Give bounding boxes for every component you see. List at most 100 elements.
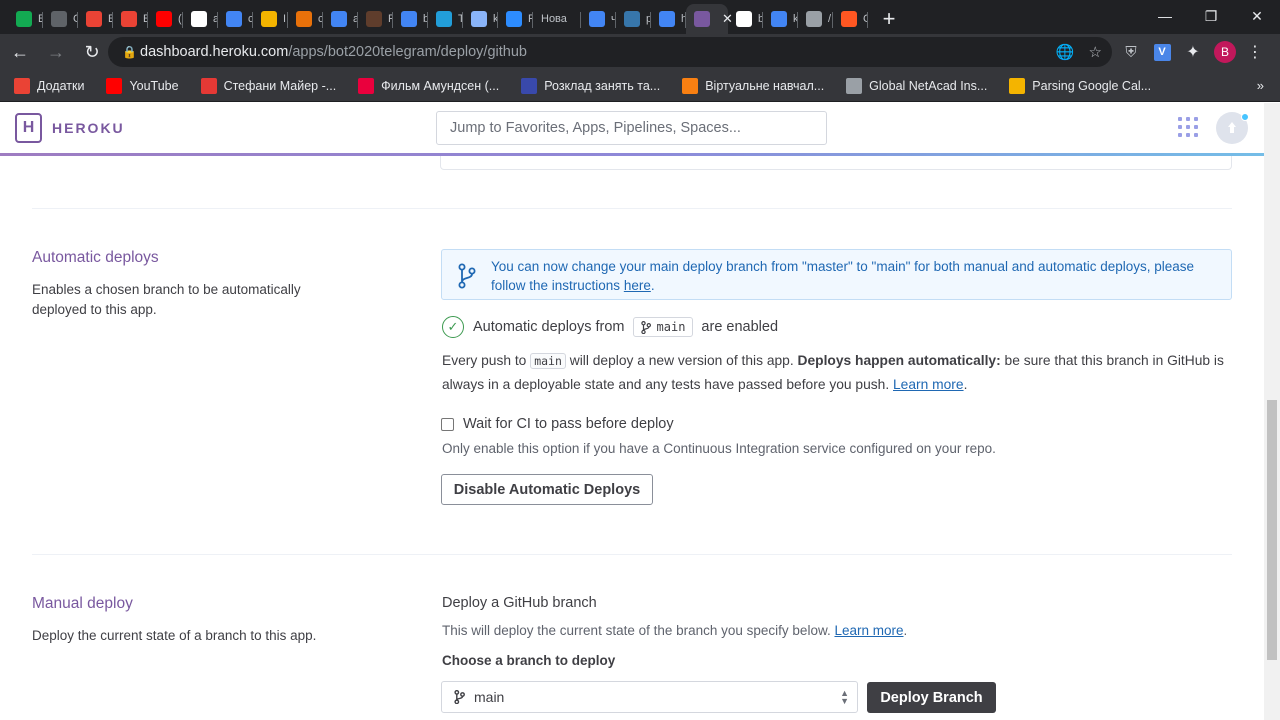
bookmark-label: Стефани Майер -... bbox=[223, 78, 337, 93]
google-icon bbox=[589, 11, 605, 27]
browser-tab[interactable]: / bbox=[798, 4, 833, 34]
new-tab-button[interactable]: + bbox=[874, 4, 904, 34]
browser-tab[interactable]: c bbox=[218, 4, 253, 34]
scrollbar-thumb[interactable] bbox=[1267, 400, 1277, 660]
manual-learn-more-link[interactable]: Learn more bbox=[834, 623, 903, 638]
browser-tab[interactable]: I bbox=[253, 4, 288, 34]
deploy-page-content: Automatic deploys Enables a chosen branc… bbox=[0, 156, 1264, 720]
bookmark-item[interactable]: Global NetAcad Ins... bbox=[846, 77, 988, 94]
shield-extension-icon[interactable]: ⛨ bbox=[1116, 37, 1146, 67]
url-path: /apps/bot2020telegram/deploy/github bbox=[288, 44, 527, 60]
wait-for-ci-option[interactable]: Wait for CI to pass before deploy bbox=[441, 416, 674, 432]
vpn-extension-icon[interactable]: V bbox=[1147, 37, 1177, 67]
browser-tab[interactable]: a bbox=[183, 4, 218, 34]
section-divider bbox=[32, 554, 1232, 555]
bookmark-item[interactable]: YouTube bbox=[106, 77, 179, 94]
google-icon bbox=[659, 11, 675, 27]
moodle-icon bbox=[682, 77, 699, 94]
bookmark-star-icon[interactable]: ☆ bbox=[1089, 43, 1102, 61]
previous-section-box bbox=[440, 156, 1232, 170]
bookmark-item[interactable]: Parsing Google Cal... bbox=[1009, 77, 1151, 94]
browser-tab[interactable]: ( bbox=[148, 4, 183, 34]
profile-button[interactable]: B bbox=[1210, 37, 1240, 67]
browser-tab[interactable]: c bbox=[288, 4, 323, 34]
page-scrollbar[interactable] bbox=[1264, 103, 1280, 720]
deploy-branch-button[interactable]: Deploy Branch bbox=[867, 682, 996, 713]
translate-icon[interactable]: 🌐 bbox=[1056, 43, 1075, 61]
back-button[interactable]: ← bbox=[4, 36, 36, 68]
status-suffix: are enabled bbox=[701, 319, 779, 335]
browser-tab[interactable]: E bbox=[113, 4, 148, 34]
lock-icon: 🔒 bbox=[122, 45, 137, 59]
close-window-button[interactable]: ✕ bbox=[1234, 0, 1280, 32]
heroku-icon bbox=[694, 11, 710, 27]
browser-tab[interactable]: ч bbox=[581, 4, 616, 34]
tab-active[interactable]: b✕ bbox=[686, 4, 733, 34]
extensions-puzzle-icon[interactable]: ✦ bbox=[1178, 37, 1208, 67]
jump-to-search-input[interactable] bbox=[436, 111, 827, 145]
push-explanation: Every push to main will deploy a new ver… bbox=[442, 353, 1224, 392]
user-avatar[interactable] bbox=[1216, 112, 1249, 144]
wait-for-ci-checkbox[interactable] bbox=[441, 417, 454, 431]
disable-automatic-deploys-button[interactable]: Disable Automatic Deploys bbox=[441, 474, 653, 505]
browser-tab[interactable]: E bbox=[78, 4, 113, 34]
bookmarks-overflow-button[interactable]: » bbox=[1257, 78, 1264, 93]
browser-tab[interactable]: E bbox=[8, 4, 43, 34]
browser-tab[interactable]: p bbox=[616, 4, 651, 34]
minimize-button[interactable]: — bbox=[1142, 0, 1188, 32]
bookmarks-bar: Додатки YouTube Стефани Майер -... Фильм Ам… bbox=[0, 70, 1280, 102]
youtube-icon bbox=[106, 77, 123, 94]
bookmark-item[interactable]: Фильм Амундсен (... bbox=[358, 77, 500, 94]
browser-tab[interactable]: b bbox=[728, 4, 763, 34]
youtube-icon bbox=[156, 11, 172, 27]
manual-deploy-description: Deploy the current state of a branch to … bbox=[32, 628, 317, 643]
browser-tab[interactable]: a bbox=[323, 4, 358, 34]
apps-grid-icon[interactable] bbox=[1178, 117, 1198, 137]
automatic-deploys-description: Enables a chosen branch to be automatica… bbox=[32, 282, 301, 317]
browser-tab[interactable]: C bbox=[43, 4, 78, 34]
google-icon bbox=[226, 11, 242, 27]
book-icon bbox=[296, 11, 312, 27]
zoom-icon bbox=[506, 11, 522, 27]
browser-tab[interactable]: k bbox=[763, 4, 798, 34]
bookmark-item[interactable]: Розклад занять та... bbox=[521, 77, 661, 94]
window-controls: — ❐ ✕ bbox=[1142, 0, 1280, 32]
address-bar[interactable]: 🔒 dashboard.heroku.com/apps/bot2020teleg… bbox=[108, 37, 1112, 67]
tab-list: ECEE(acIcaFbTkFНовачphb✕bk/C bbox=[0, 4, 868, 34]
git-branch-icon bbox=[458, 263, 476, 289]
bookmark-label: Global NetAcad Ins... bbox=[869, 78, 988, 93]
bookmark-label: Фильм Амундсен (... bbox=[381, 78, 500, 93]
blogger-icon bbox=[841, 11, 857, 27]
checkmark-icon: ✓ bbox=[442, 316, 464, 338]
bookmark-label: Додатки bbox=[37, 78, 85, 93]
browser-tab[interactable]: b bbox=[393, 4, 428, 34]
browser-tab[interactable]: k bbox=[463, 4, 498, 34]
google-icon bbox=[771, 11, 787, 27]
bookmark-item[interactable]: Додатки bbox=[14, 77, 85, 94]
bookmark-label: Розклад занять та... bbox=[544, 78, 661, 93]
browser-tab[interactable]: Нова bbox=[533, 4, 581, 34]
browser-tab[interactable]: F bbox=[358, 4, 393, 34]
reload-button[interactable]: ↻ bbox=[76, 36, 108, 68]
branch-select[interactable]: main ▲ ▼ bbox=[441, 681, 858, 713]
browser-tab[interactable]: C bbox=[833, 4, 868, 34]
tab-title: Нова bbox=[541, 13, 567, 25]
browser-tab[interactable]: T bbox=[428, 4, 463, 34]
heroku-logo[interactable]: H bbox=[15, 113, 42, 143]
forward-button[interactable]: → bbox=[40, 36, 72, 68]
globe-icon bbox=[806, 11, 822, 27]
bookmark-item[interactable]: Стефани Майер -... bbox=[200, 77, 337, 94]
restore-button[interactable]: ❐ bbox=[1188, 0, 1234, 32]
menu-dots-icon[interactable]: ⋮ bbox=[1240, 37, 1270, 67]
wait-for-ci-label[interactable]: Wait for CI to pass before deploy bbox=[463, 416, 674, 432]
browser-tab[interactable]: h bbox=[651, 4, 686, 34]
browser-tab[interactable]: F bbox=[498, 4, 533, 34]
heroku-wordmark[interactable]: HEROKU bbox=[52, 120, 125, 136]
bookmark-list: Додатки YouTube Стефани Майер -... Фильм Ам… bbox=[14, 77, 1173, 94]
telegram-icon bbox=[436, 11, 452, 27]
sa-icon bbox=[366, 11, 382, 27]
automatic-learn-more-link[interactable]: Learn more bbox=[893, 377, 964, 392]
bookmark-item[interactable]: Віртуальне навчал... bbox=[682, 77, 824, 94]
puzzle-icon bbox=[471, 11, 487, 27]
notice-here-link[interactable]: here bbox=[624, 278, 651, 293]
